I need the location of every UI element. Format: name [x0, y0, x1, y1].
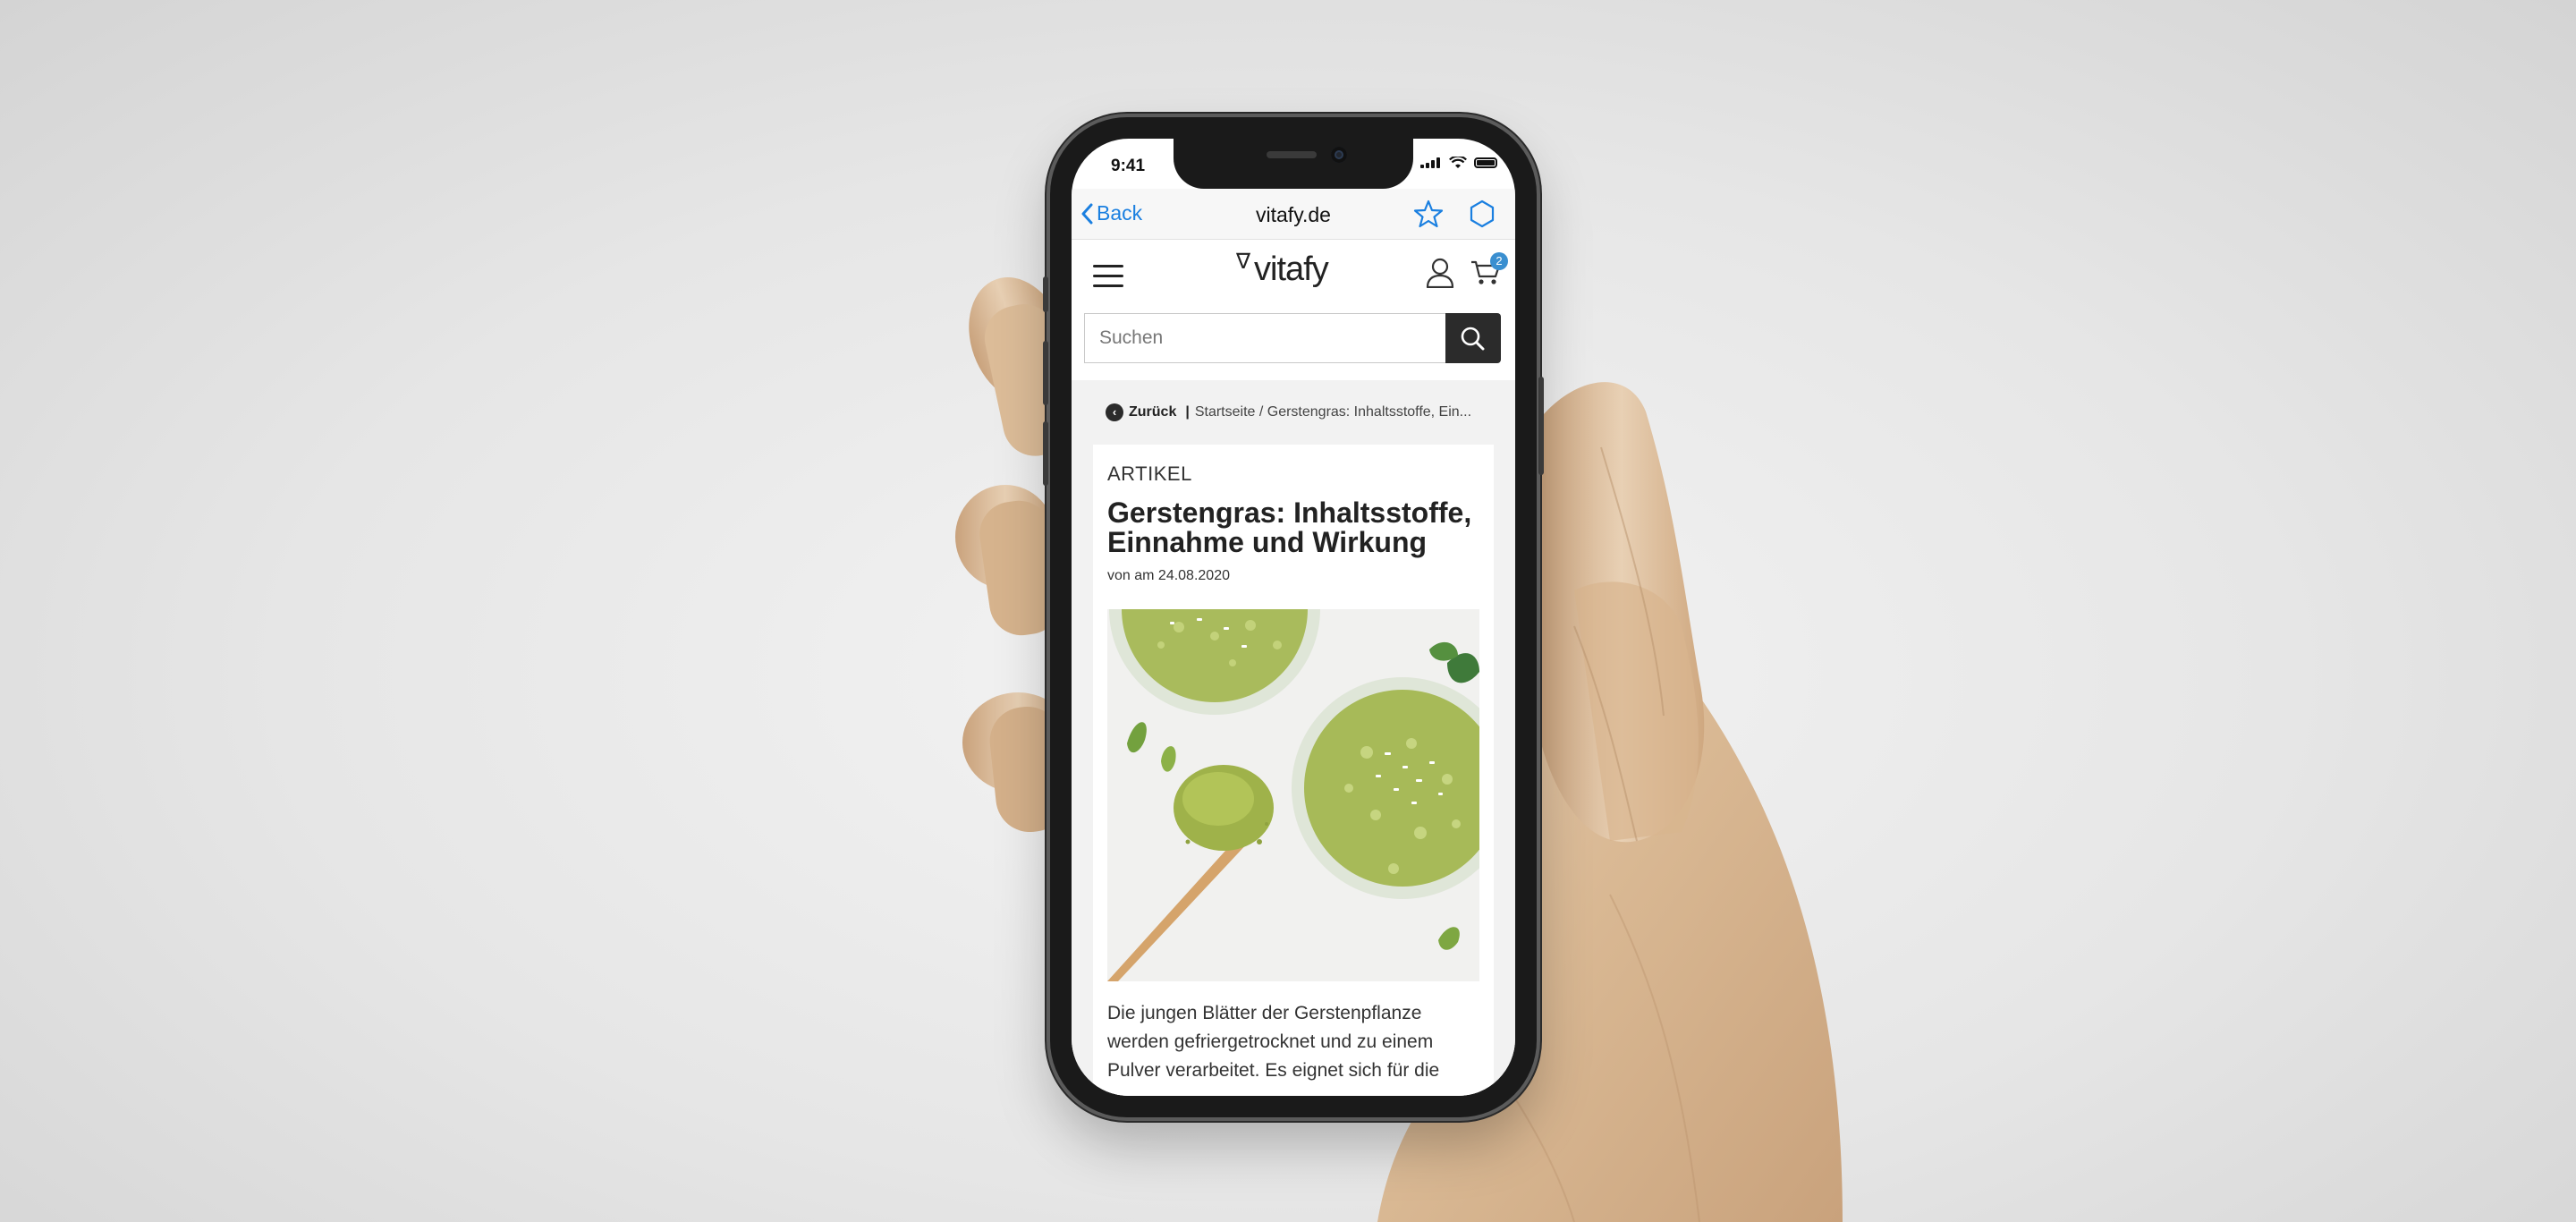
search-icon: [1461, 327, 1485, 351]
browser-title: vitafy.de: [1256, 203, 1331, 226]
article-card: ARTIKEL Gerstengras: Inhaltsstoffe, Einn…: [1093, 445, 1494, 1096]
cellular-signal-icon: [1420, 157, 1442, 168]
logo-text: vitafy: [1254, 250, 1329, 288]
phone-volume-down-button: [1043, 421, 1048, 486]
star-icon[interactable]: [1413, 199, 1444, 228]
chevron-left-circle-icon: ‹: [1106, 403, 1123, 421]
battery-icon: [1474, 157, 1497, 168]
phone-side-button: [1043, 276, 1048, 312]
user-icon[interactable]: [1426, 258, 1454, 288]
page-content: ‹ Zurück | Startseite / Gerstengras: Inh…: [1072, 380, 1515, 1096]
breadcrumb-path[interactable]: Startseite / Gerstengras: Inhaltsstoffe,…: [1195, 404, 1476, 420]
hamburger-icon[interactable]: [1093, 265, 1123, 294]
article-body: Die jungen Blätter der Gerstenpflanze we…: [1107, 1003, 1440, 1081]
breadcrumb-back-link[interactable]: ‹ Zurück: [1106, 403, 1176, 421]
article-kicker: ARTIKEL: [1107, 462, 1192, 485]
logo-triangle-icon: ∇: [1236, 250, 1250, 274]
article-image: [1107, 609, 1479, 981]
phone-screen: 9:41 Back vitafy.de ∇ vitafy 2 Suchen ‹ …: [1072, 139, 1515, 1096]
barley-grass-photo: [1107, 609, 1479, 981]
site-header: ∇ vitafy 2: [1072, 240, 1515, 299]
breadcrumb: ‹ Zurück | Startseite / Gerstengras: Inh…: [1106, 403, 1476, 421]
search-bar: [1084, 313, 1501, 365]
phone-notch: [1174, 139, 1413, 189]
site-logo[interactable]: ∇ vitafy: [1236, 250, 1329, 289]
breadcrumb-separator: |: [1185, 404, 1190, 420]
status-icons: [1420, 157, 1497, 169]
browser-navbar: Back vitafy.de: [1072, 189, 1515, 240]
article-title: Gerstengras: Inhaltsstoffe, Einnahme und…: [1107, 496, 1472, 558]
article-meta: von am 24.08.2020: [1107, 568, 1230, 583]
search-input[interactable]: [1084, 313, 1445, 363]
cart-count-badge: 2: [1490, 252, 1508, 270]
wifi-icon: [1449, 157, 1467, 168]
speaker-grille: [1267, 151, 1317, 158]
breadcrumb-back-label: Zurück: [1129, 404, 1177, 420]
status-time: 9:41: [1111, 157, 1146, 175]
hexagon-icon[interactable]: [1469, 199, 1496, 228]
phone-power-button: [1538, 377, 1544, 475]
phone-volume-up-button: [1043, 341, 1048, 405]
search-button[interactable]: [1445, 313, 1501, 363]
phone-frame: 9:41 Back vitafy.de ∇ vitafy 2 Suchen ‹ …: [1043, 117, 1544, 1117]
front-camera: [1331, 147, 1347, 163]
